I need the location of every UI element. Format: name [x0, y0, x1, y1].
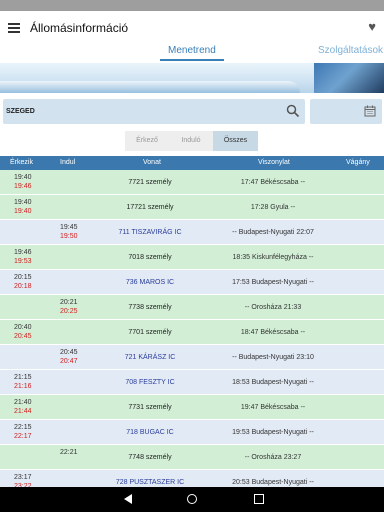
page-title: Állomásinformáció [30, 21, 129, 35]
hamburger-menu-icon[interactable] [8, 23, 20, 33]
relation: 17:47 Békéscsaba -- [240, 179, 306, 186]
arrival-scheduled: 22:15 [14, 424, 32, 431]
banner-wave [0, 81, 300, 93]
arrival-scheduled: 19:40 [14, 199, 32, 206]
relation: 20:53 Budapest-Nyugati -- [232, 479, 314, 486]
station-search-value: SZEGED [6, 108, 35, 115]
arrival-scheduled: 20:15 [14, 274, 32, 281]
timetable-rows: 19:40 19:46 7721 személy 17:47 Békéscsaba -… [0, 170, 384, 495]
relation: -- Budapest-Nyugati 22:07 [232, 229, 314, 236]
station-search-field[interactable]: SZEGED [3, 99, 305, 124]
header-arrival: Érkezik [10, 159, 33, 166]
train-name: 711 TISZAVIRÁG IC [118, 229, 182, 236]
train-name: 7748 személy [128, 454, 172, 461]
table-row[interactable]: 20:15 20:18 736 MAROS IC 17:53 Budapest-Nyu… [0, 270, 384, 295]
train-name: 7731 személy [128, 404, 172, 411]
arrival-actual: 20:45 [14, 333, 32, 340]
train-name: 7018 személy [128, 254, 172, 261]
train-name: 17721 személy [126, 204, 174, 211]
departure-actual: 20:47 [60, 358, 78, 365]
arrival-actual: 19:53 [14, 258, 32, 265]
calendar-icon[interactable] [364, 105, 376, 117]
relation: -- Budapest-Nyugati 23:10 [232, 354, 314, 361]
filter-departures-button[interactable]: Induló [169, 131, 213, 151]
train-name: 7738 személy [128, 304, 172, 311]
table-row[interactable]: 21:15 21:16 708 FESZTY IC 18:53 Budapest-Ny… [0, 370, 384, 395]
timetable-header: Érkezik Indul Vonat Viszonylat Vágány [0, 156, 384, 170]
arrival-actual: 21:44 [14, 408, 32, 415]
app-bar: Állomásinformáció ♥ [0, 11, 384, 46]
train-name: 708 FESZTY IC [125, 379, 175, 386]
arrival-scheduled: 20:40 [14, 324, 32, 331]
tab-schedule[interactable]: Menetrend [168, 45, 216, 56]
arrival-actual: 22:17 [14, 433, 32, 440]
header-relation: Viszonylat [258, 159, 290, 166]
relation: 19:47 Békéscsaba -- [240, 404, 306, 411]
header-train: Vonat [143, 159, 161, 166]
train-name: 7701 személy [128, 329, 172, 336]
search-icon[interactable] [286, 104, 300, 118]
arrival-scheduled: 19:46 [14, 249, 32, 256]
header-track: Vágány [346, 159, 370, 166]
train-name: 721 KÁRÁSZ IC [124, 354, 176, 361]
departure-scheduled: 19:45 [60, 224, 78, 231]
system-navigation-bar [0, 487, 384, 512]
train-name: 736 MAROS IC [125, 279, 175, 286]
relation: -- Orosháza 23:27 [244, 454, 302, 461]
departure-scheduled: 20:21 [60, 299, 78, 306]
relation: 17:28 Gyula -- [250, 204, 296, 211]
nav-home-icon[interactable] [187, 494, 197, 504]
arrival-actual: 19:46 [14, 183, 32, 190]
table-row[interactable]: 19:46 19:53 7018 személy 18:35 Kiskunfélegy… [0, 245, 384, 270]
departure-actual: 20:25 [60, 308, 78, 315]
table-row[interactable]: 19:40 19:46 7721 személy 17:47 Békéscsaba -… [0, 170, 384, 195]
departure-actual: 19:50 [60, 233, 78, 240]
arrival-actual: 19:40 [14, 208, 32, 215]
header-departure: Indul [60, 159, 76, 166]
arrival-actual: 20:18 [14, 283, 32, 290]
table-row[interactable]: 20:21 20:25 7738 személy -- Orosháza 21:33 [0, 295, 384, 320]
table-row[interactable]: 19:45 19:50 711 TISZAVIRÁG IC -- Budapest-N… [0, 220, 384, 245]
train-name: 718 BUGAC IC [126, 429, 174, 436]
table-row[interactable]: 21:40 21:44 7731 személy 19:47 Békéscsaba -… [0, 395, 384, 420]
train-name: 728 PUSZTASZER IC [115, 479, 185, 486]
tab-services[interactable]: Szolgáltatások [318, 45, 383, 56]
table-row[interactable]: 22:15 22:17 718 BUGAC IC 19:53 Budapest-Nyu… [0, 420, 384, 445]
arrival-scheduled: 21:15 [14, 374, 32, 381]
status-bar [0, 0, 384, 11]
arrival-actual: 21:16 [14, 383, 32, 390]
filter-arrivals-button[interactable]: Érkező [125, 131, 169, 151]
nav-recents-icon[interactable] [254, 494, 264, 504]
tab-bar: Menetrend Szolgáltatások [0, 45, 384, 63]
active-tab-indicator [160, 59, 224, 61]
relation: 19:53 Budapest-Nyugati -- [232, 429, 314, 436]
train-name: 7721 személy [128, 179, 172, 186]
relation: 18:35 Kiskunfélegyháza -- [232, 254, 314, 261]
relation: 18:53 Budapest-Nyugati -- [232, 379, 314, 386]
direction-filter: Érkező Induló Összes [125, 131, 258, 151]
relation: 17:53 Budapest-Nyugati -- [232, 279, 314, 286]
filter-all-button[interactable]: Összes [213, 131, 258, 151]
arrival-scheduled: 19:40 [14, 174, 32, 181]
departure-scheduled: 22:21 [60, 449, 78, 456]
relation: -- Orosháza 21:33 [244, 304, 302, 311]
departure-scheduled: 20:45 [60, 349, 78, 356]
date-picker-field[interactable] [310, 99, 382, 124]
relation: 18:47 Békéscsaba -- [240, 329, 306, 336]
nav-back-icon[interactable] [124, 494, 132, 504]
table-row[interactable]: 19:40 19:40 17721 személy 17:28 Gyula -- [0, 195, 384, 220]
table-row[interactable]: 20:45 20:47 721 KÁRÁSZ IC -- Budapest-Nyuga… [0, 345, 384, 370]
arrival-scheduled: 23:17 [14, 474, 32, 481]
arrival-scheduled: 21:40 [14, 399, 32, 406]
banner-photo [314, 63, 384, 93]
heart-icon[interactable]: ♥ [368, 20, 376, 34]
table-row[interactable]: 20:40 20:45 7701 személy 18:47 Békéscsaba -… [0, 320, 384, 345]
table-row[interactable]: 22:21 7748 személy -- Orosháza 23:27 [0, 445, 384, 470]
header-banner [0, 63, 384, 93]
